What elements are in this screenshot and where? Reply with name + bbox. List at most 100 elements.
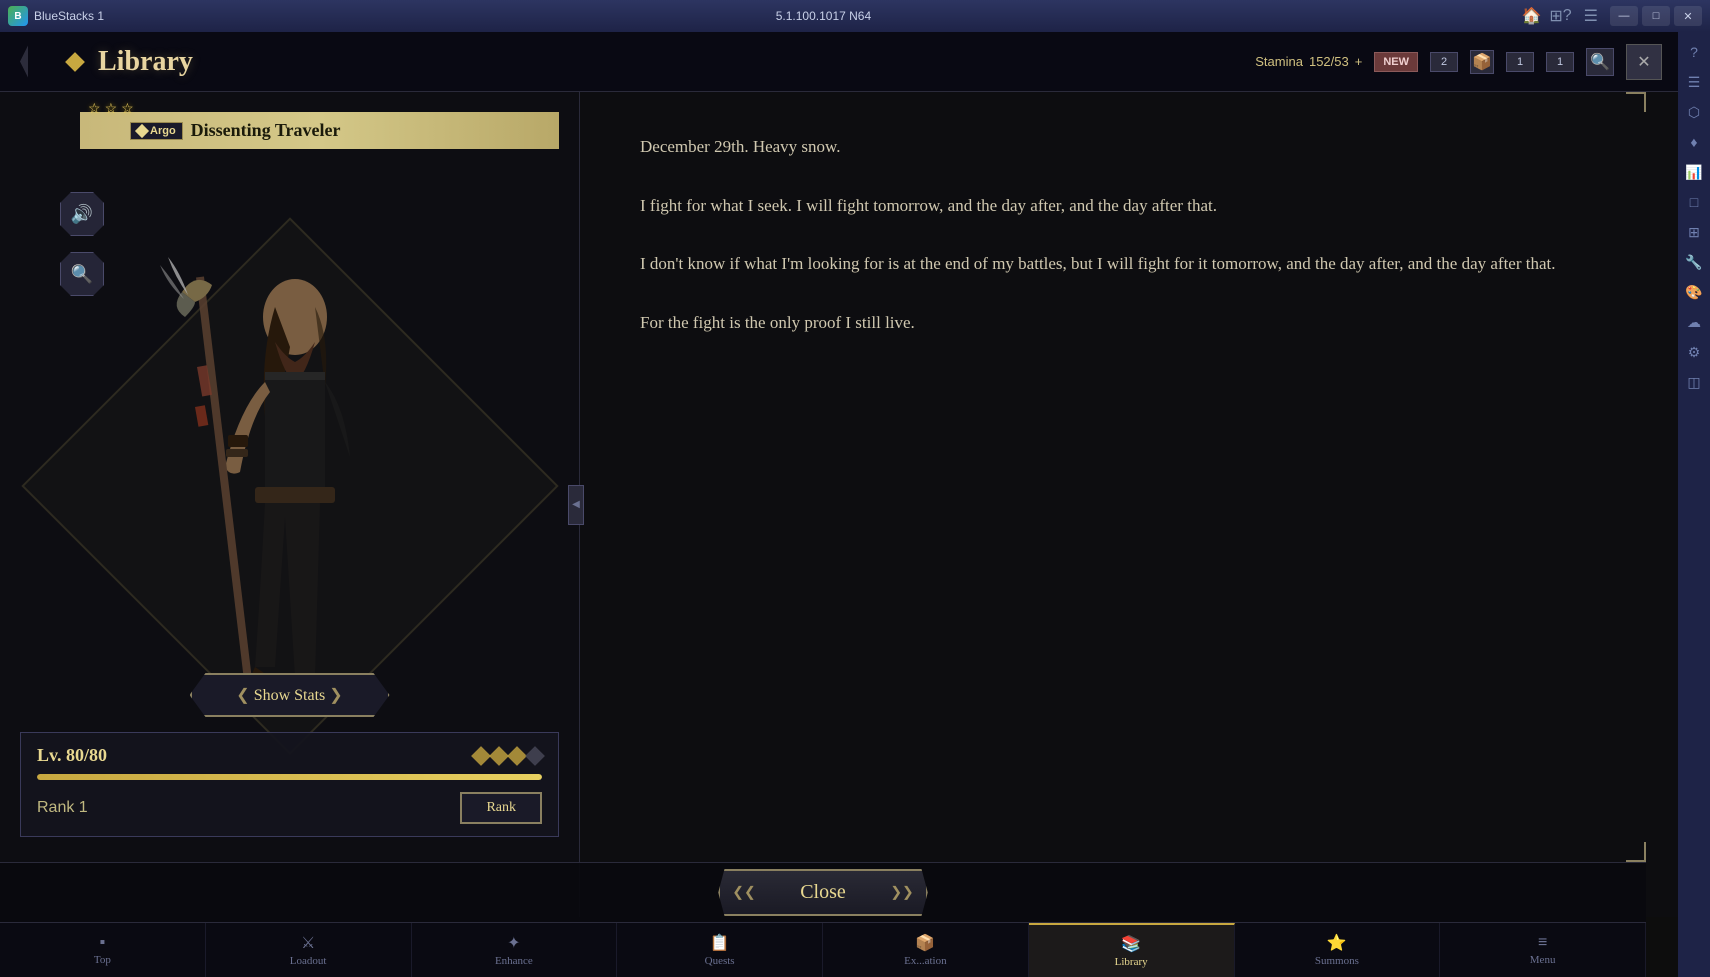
- stamina-value: 152/53: [1309, 54, 1349, 69]
- app-title: BlueStacks 1: [34, 9, 772, 23]
- maximize-button[interactable]: □: [1642, 6, 1670, 26]
- back-button[interactable]: ◀: [16, 42, 56, 82]
- nav-top-label: Top: [94, 954, 111, 966]
- bottom-nav: ▪ Top ⚔ Loadout ✦ Enhance 📋 Quests 📦 Ex.…: [0, 922, 1646, 977]
- close-button[interactable]: ❮❮ Close ❯❯: [718, 869, 928, 916]
- sidebar-icon-5[interactable]: 📊: [1682, 160, 1706, 184]
- home-icon[interactable]: 🏠: [1521, 6, 1541, 26]
- char-name-inner: Argo Dissenting Traveler: [130, 120, 543, 141]
- question-icon[interactable]: ?: [1563, 7, 1572, 25]
- char-name-bar: Argo Dissenting Traveler: [80, 112, 559, 149]
- nav-summons-label: Summons: [1315, 955, 1359, 967]
- page-title: Library: [98, 46, 193, 78]
- sound-icon: 🔊: [71, 204, 93, 225]
- sidebar-icon-8[interactable]: 🔧: [1682, 250, 1706, 274]
- rank-button[interactable]: Rank: [460, 792, 542, 824]
- story-paragraph-4: For the fight is the only proof I still …: [640, 308, 1618, 339]
- stamina-plus-icon[interactable]: +: [1355, 54, 1363, 69]
- badge-icon: 📦: [1470, 50, 1494, 74]
- diamond-icons: [474, 749, 542, 763]
- nav-quests-icon: 📋: [710, 933, 730, 953]
- detail-button[interactable]: 🔍: [60, 252, 104, 296]
- title-bar: B BlueStacks 1 5.1.100.1017 N64 🏠 ⊞ ? ☰ …: [0, 0, 1710, 32]
- char-type-label: Argo: [150, 125, 176, 137]
- app-version: 5.1.100.1017 N64: [776, 9, 1514, 23]
- diamond-4: [525, 746, 545, 766]
- nav-exploration-label: Ex...ation: [904, 955, 946, 967]
- story-text: December 29th. Heavy snow. I fight for w…: [640, 132, 1618, 338]
- panel-close-button[interactable]: ✕: [1626, 44, 1662, 80]
- nav-loadout[interactable]: ⚔ Loadout: [206, 923, 412, 977]
- rank-row: Rank 1 Rank: [37, 792, 542, 824]
- search-top-icon[interactable]: 🔍: [1586, 48, 1614, 76]
- show-stats-button[interactable]: Show Stats: [190, 673, 390, 717]
- char-diamond-icon: [135, 123, 149, 137]
- level-bar-fill: [37, 774, 542, 780]
- close-label: Close: [800, 881, 846, 903]
- game-top-bar: ◀ Library Stamina 152/53 + NEW 2 📦 1 1 🔍…: [0, 32, 1678, 92]
- rank-label: Rank 1: [37, 799, 88, 817]
- close-arrow-left: ❮❮: [732, 884, 755, 901]
- story-paragraph-1: December 29th. Heavy snow.: [640, 132, 1618, 163]
- nav-top[interactable]: ▪ Top: [0, 923, 206, 977]
- nav-exploration-icon: 📦: [915, 933, 935, 953]
- char-name-label: Dissenting Traveler: [191, 120, 341, 141]
- nav-menu-label: Menu: [1530, 954, 1556, 966]
- sidebar-icon-12[interactable]: ◫: [1682, 370, 1706, 394]
- stamina-display: Stamina 152/53 +: [1255, 54, 1362, 69]
- bottom-right-bracket: [1626, 842, 1646, 862]
- close-bar: ❮❮ Close ❯❯: [0, 862, 1646, 922]
- nav-top-icon: ▪: [100, 934, 106, 952]
- nav-library-label: Library: [1115, 956, 1148, 968]
- nav-library-icon: 📚: [1121, 934, 1141, 954]
- sidebar-icon-7[interactable]: ⊞: [1682, 220, 1706, 244]
- minimize-button[interactable]: —: [1610, 6, 1638, 26]
- star-1: ☆: [88, 100, 101, 117]
- nav-exploration[interactable]: 📦 Ex...ation: [823, 923, 1029, 977]
- level-text: Lv. 80/80: [37, 745, 107, 766]
- character-panel: ☆ ☆ ☆ Argo Dissenting Traveler: [0, 92, 580, 917]
- nav-loadout-icon: ⚔: [301, 933, 315, 953]
- title-diamond-icon: [65, 52, 85, 72]
- stars-row: ☆ ☆ ☆: [88, 100, 134, 117]
- top-right-bracket: [1626, 92, 1646, 112]
- collapse-tab[interactable]: ◀: [568, 485, 584, 525]
- sidebar-icon-2[interactable]: ☰: [1682, 70, 1706, 94]
- close-window-button[interactable]: ✕: [1674, 6, 1702, 26]
- sound-button[interactable]: 🔊: [60, 192, 104, 236]
- multi-icon[interactable]: ⊞: [1549, 6, 1562, 26]
- stamina-label: Stamina: [1255, 54, 1303, 69]
- nav-enhance[interactable]: ✦ Enhance: [412, 923, 618, 977]
- sidebar-icon-10[interactable]: ☁: [1682, 310, 1706, 334]
- nav-quests[interactable]: 📋 Quests: [617, 923, 823, 977]
- nav-loadout-label: Loadout: [290, 955, 327, 967]
- nav-library[interactable]: 📚 Library: [1029, 923, 1235, 977]
- show-stats-label: Show Stats: [254, 687, 326, 704]
- new-badge: NEW: [1374, 52, 1418, 72]
- sidebar-icon-1[interactable]: ?: [1682, 40, 1706, 64]
- nav-enhance-icon: ✦: [507, 933, 520, 953]
- nav-menu-icon: ≡: [1538, 934, 1547, 952]
- sidebar-icon-9[interactable]: 🎨: [1682, 280, 1706, 304]
- sidebar-icon-6[interactable]: □: [1682, 190, 1706, 214]
- sidebar-icon-11[interactable]: ⚙: [1682, 340, 1706, 364]
- nav-enhance-label: Enhance: [495, 955, 533, 967]
- badge-4: 1: [1546, 52, 1574, 72]
- hamburger-icon[interactable]: ☰: [1584, 6, 1598, 26]
- sidebar-icon-4[interactable]: ♦: [1682, 130, 1706, 154]
- nav-summons[interactable]: ⭐ Summons: [1235, 923, 1441, 977]
- app-icon: B: [8, 6, 28, 26]
- story-paragraph-2: I fight for what I seek. I will fight to…: [640, 191, 1618, 222]
- star-3: ☆: [121, 100, 134, 117]
- level-row: Lv. 80/80: [37, 745, 542, 766]
- content-area: ☆ ☆ ☆ Argo Dissenting Traveler: [0, 92, 1678, 917]
- nav-menu[interactable]: ≡ Menu: [1440, 923, 1646, 977]
- story-panel: December 29th. Heavy snow. I fight for w…: [580, 92, 1678, 917]
- level-area: Lv. 80/80 Rank 1 Rank: [20, 732, 559, 837]
- window-controls: ? ☰ — □ ✕: [1563, 6, 1702, 26]
- sidebar-icon-3[interactable]: ⬡: [1682, 100, 1706, 124]
- level-progress-bar: [37, 774, 542, 780]
- magnify-icon: 🔍: [71, 264, 93, 285]
- close-arrow-right: ❯❯: [890, 884, 913, 901]
- nav-summons-icon: ⭐: [1327, 933, 1347, 953]
